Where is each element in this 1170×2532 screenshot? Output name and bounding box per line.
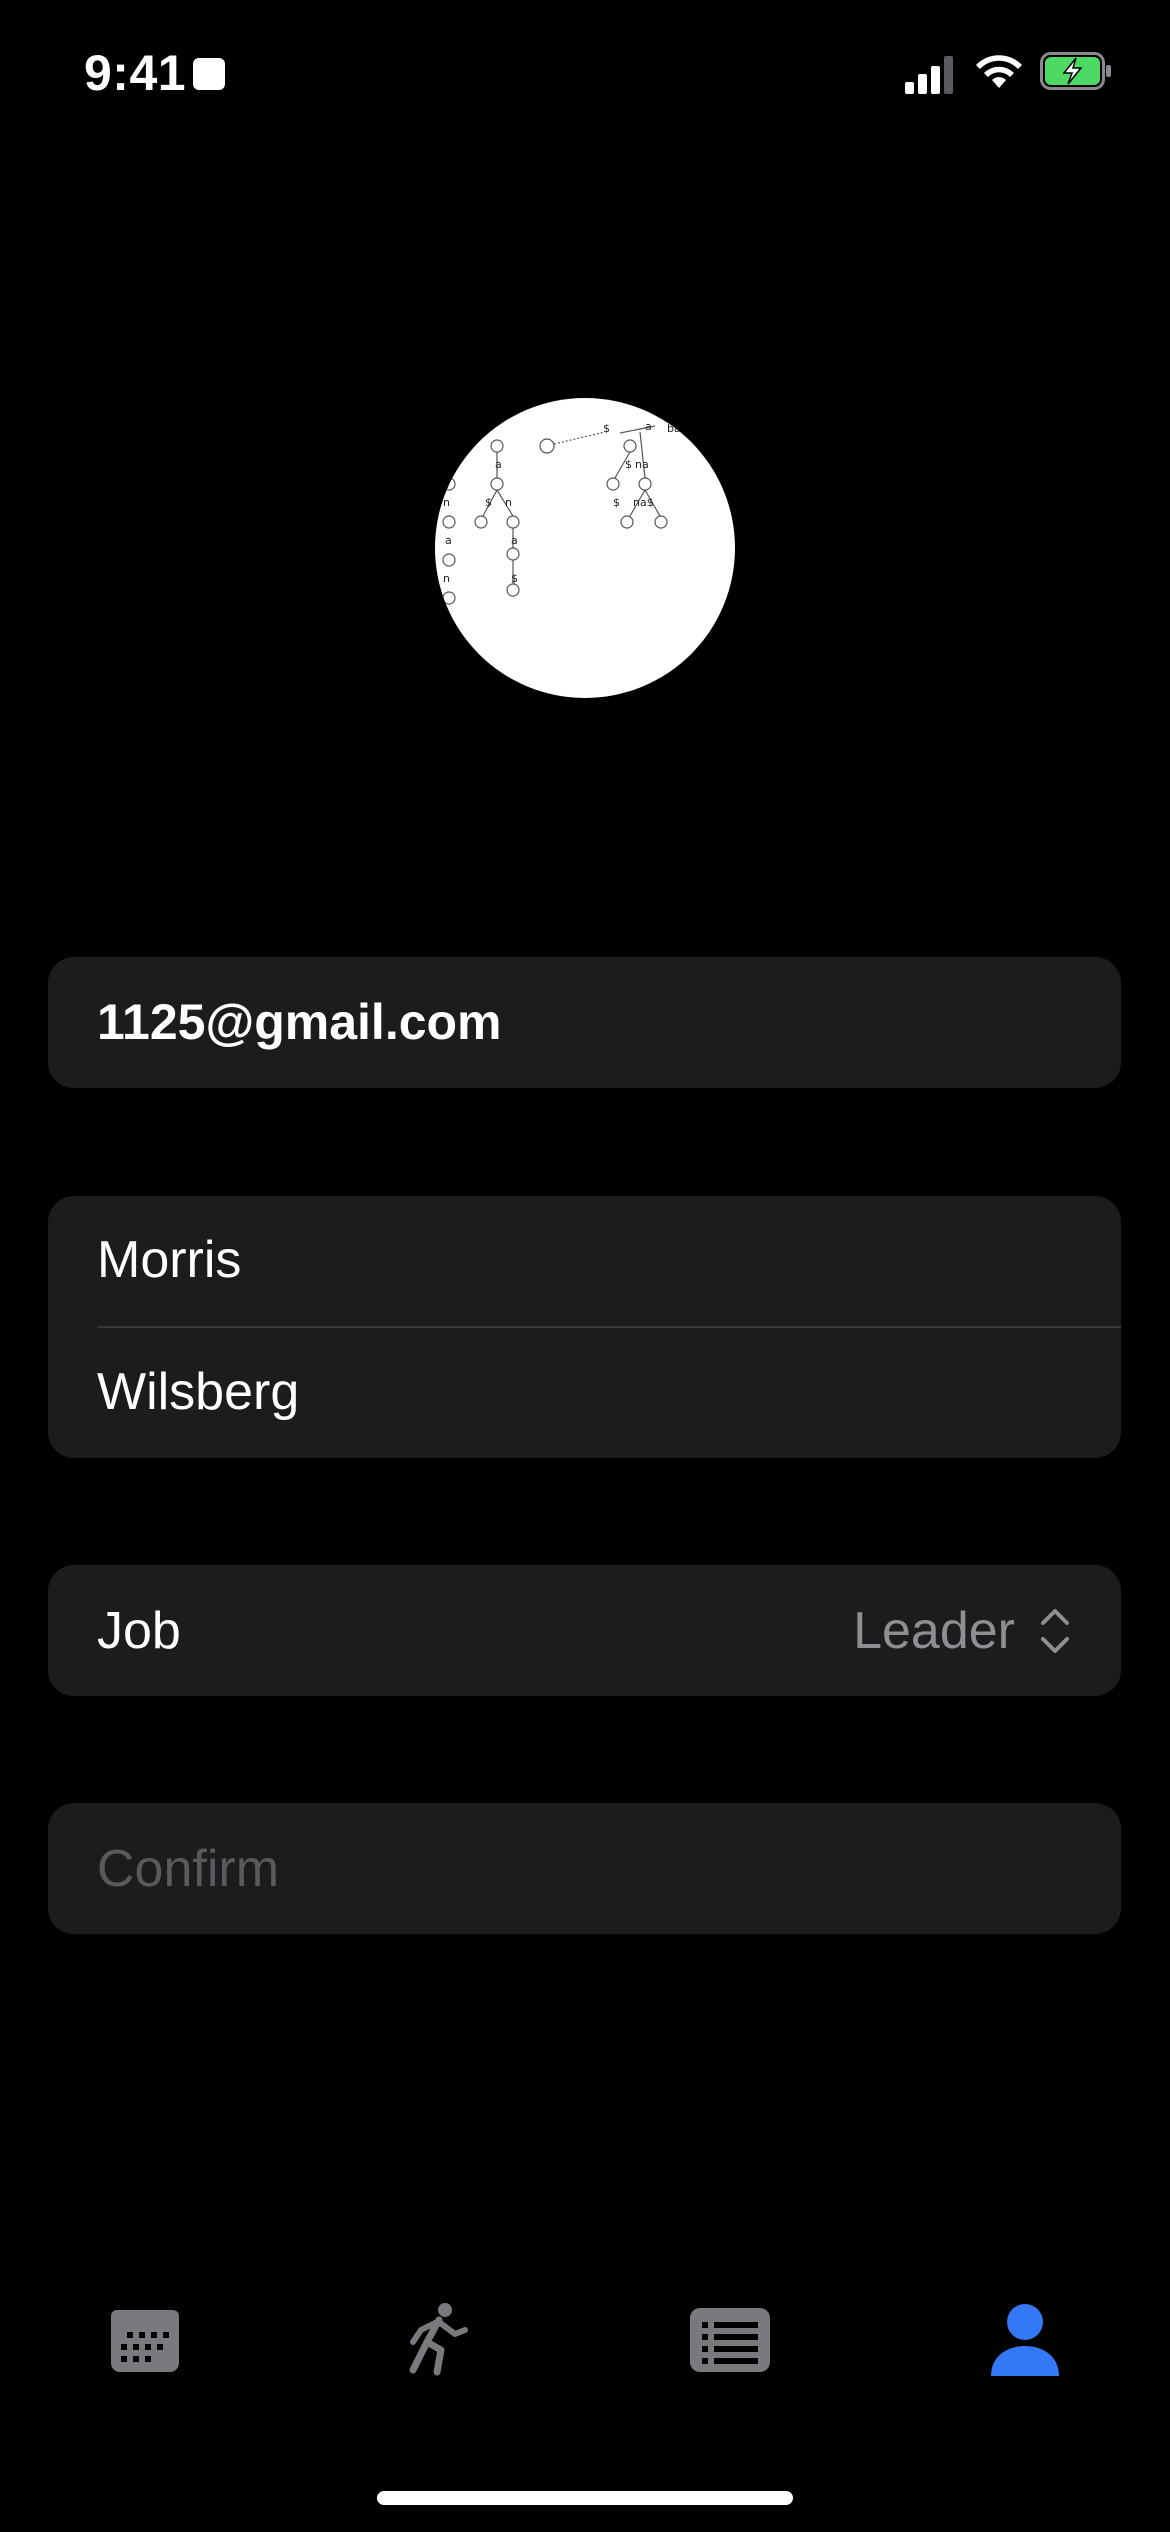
- last-name-field[interactable]: Wilsberg: [97, 1362, 299, 1422]
- first-name-field[interactable]: Morris: [97, 1230, 241, 1290]
- avatar[interactable]: $ a ba a $ n $ $ na na$ a $ n a n: [435, 398, 735, 698]
- cellular-signal-icon: [905, 54, 955, 94]
- battery-charging-icon: [1040, 52, 1111, 90]
- svg-text:$: $: [613, 496, 620, 509]
- screen-recording-icon: [193, 58, 225, 90]
- email-card: 1125@gmail.com: [48, 957, 1121, 1088]
- list-icon[interactable]: [690, 2300, 770, 2380]
- job-picker[interactable]: Job Leader: [48, 1565, 1121, 1696]
- svg-text:a: a: [511, 534, 518, 547]
- svg-text:$: $: [625, 458, 632, 471]
- email-value: 1125@gmail.com: [97, 994, 502, 1050]
- wifi-icon: [976, 55, 1022, 88]
- name-card: Morris Wilsberg: [48, 1196, 1121, 1458]
- status-time: 9:41: [84, 45, 187, 101]
- job-value[interactable]: Leader: [853, 1601, 1015, 1661]
- running-figure-icon[interactable]: [397, 2300, 477, 2380]
- svg-text:$: $: [603, 422, 610, 435]
- name-divider: [97, 1326, 1121, 1328]
- person-icon[interactable]: [985, 2300, 1065, 2380]
- chevron-up-down-icon: [1041, 1609, 1069, 1653]
- svg-text:a: a: [495, 458, 502, 471]
- svg-text:ba: ba: [667, 422, 681, 435]
- confirm-button-label: Confirm: [97, 1840, 280, 1898]
- svg-text:a: a: [445, 534, 452, 547]
- calendar-icon[interactable]: [105, 2300, 185, 2380]
- svg-text:na: na: [635, 458, 649, 471]
- job-label: Job: [97, 1602, 181, 1660]
- svg-text:n: n: [443, 496, 450, 509]
- svg-text:n: n: [443, 572, 450, 585]
- svg-text:$: $: [485, 496, 492, 509]
- avatar-image: $ a ba a $ n $ $ na na$ a $ n a n: [442, 420, 681, 605]
- svg-text:a: a: [645, 420, 652, 433]
- confirm-button[interactable]: Confirm: [48, 1803, 1121, 1934]
- svg-text:$: $: [511, 572, 518, 585]
- svg-text:na$: na$: [633, 496, 654, 509]
- svg-text:n: n: [505, 496, 512, 509]
- home-indicator: [377, 2491, 793, 2505]
- status-bar: 9:41: [0, 0, 1170, 140]
